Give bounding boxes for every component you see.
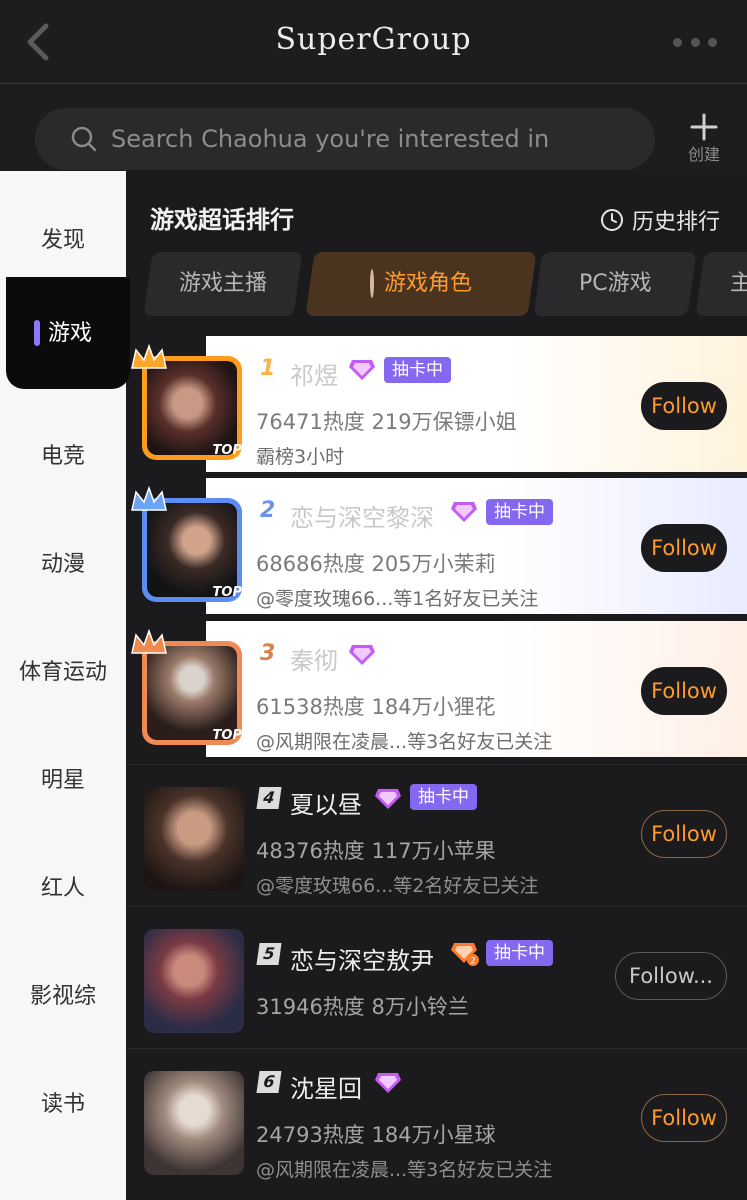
sidebar-item-esports[interactable]: 电竞 (0, 427, 126, 487)
sub-text: @零度玫瑰66...等1名好友已关注 (256, 588, 539, 610)
avatar[interactable] (144, 787, 244, 891)
sidebar-item-discover[interactable]: 发现 (0, 211, 126, 271)
rank-number: 6 (256, 1071, 282, 1093)
supergroup-name[interactable]: 秦彻 (290, 641, 338, 676)
diamond-icon (451, 502, 477, 522)
diamond-icon (375, 789, 401, 809)
supergroup-name[interactable]: 夏以昼 (290, 785, 362, 820)
draw-card-badge: 抽卡中 (384, 357, 451, 383)
draw-card-badge: 抽卡中 (486, 940, 553, 966)
avatar-image (144, 929, 244, 1033)
sidebar-item-anime[interactable]: 动漫 (0, 535, 126, 595)
supergroup-name[interactable]: 恋与深空敖尹 (290, 941, 434, 976)
tab-label: PC游戏 (578, 271, 652, 296)
supergroup-name[interactable]: 祁煜 (290, 356, 338, 391)
heat-text: 76471热度 219万保镖小姐 (256, 410, 517, 434)
category-sidebar: 发现 游戏 电竞 动漫 体育运动 明星 红人 影视综 读书 (0, 171, 130, 1200)
sub-text: 霸榜3小时 (256, 446, 345, 468)
plus-icon (690, 113, 718, 141)
avatar-image (144, 1071, 244, 1175)
tab-label: 游戏主播 (178, 271, 267, 296)
sidebar-item-influencers[interactable]: 红人 (0, 859, 126, 919)
ranking-row-5[interactable]: 5 恋与深空敖尹 2 抽卡中 31946热度 8万小铃兰 Follow... (126, 906, 747, 1048)
heat-text: 31946热度 8万小铃兰 (256, 995, 469, 1019)
sidebar-item-reading[interactable]: 读书 (0, 1075, 126, 1135)
follow-button[interactable]: Follow... (615, 952, 727, 1000)
search-box[interactable] (35, 108, 655, 170)
ranking-row-6[interactable]: 6 沈星回 24793热度 184万小星球 @风期限在凌晨...等3名好友已关注… (126, 1048, 747, 1190)
sidebar-item-games[interactable]: 游戏 (6, 277, 130, 389)
supergroup-name[interactable]: 沈星回 (290, 1069, 362, 1104)
crown-icon (131, 629, 167, 654)
clock-icon (601, 209, 623, 231)
diamond-icon (349, 645, 375, 665)
more-dots-icon[interactable] (673, 36, 717, 48)
avatar-image (147, 503, 237, 597)
rank-number: 5 (256, 943, 282, 965)
search-icon (71, 126, 97, 152)
avatar[interactable] (144, 929, 244, 1033)
ranking-row-2[interactable]: TOP 2 恋与深空黎深 抽卡中 68686热度 205万小茉莉 @零度玫瑰66… (126, 478, 747, 614)
follow-button[interactable]: Follow (641, 667, 727, 715)
tab-label: 游戏角色 (383, 271, 472, 296)
tab-game-streamers[interactable]: 游戏主播 (143, 252, 303, 316)
search-bar-row: 创建 (0, 85, 747, 171)
rank-number: 3 (260, 641, 276, 666)
history-label: 历史排行 (632, 210, 721, 235)
diamond-icon (349, 360, 375, 380)
sidebar-item-film-tv[interactable]: 影视综 (0, 967, 126, 1027)
heat-text: 68686热度 205万小茉莉 (256, 552, 496, 576)
sub-text: @风期限在凌晨...等3名好友已关注 (256, 1159, 553, 1181)
supergroup-name[interactable]: 恋与深空黎深 (290, 498, 434, 533)
create-label: 创建 (687, 145, 720, 164)
tab-game-characters[interactable]: 游戏角色 (305, 252, 537, 316)
heat-text: 61538热度 184万小狸花 (256, 695, 496, 719)
crown-icon (131, 344, 167, 369)
diamond-icon (375, 1073, 401, 1093)
follow-button[interactable]: Follow (641, 382, 727, 430)
top-tag: TOP (212, 585, 242, 600)
avatar-image (147, 361, 237, 455)
tab-avatar (369, 269, 374, 298)
follow-button[interactable]: Follow (641, 810, 727, 858)
top-tag: TOP (212, 443, 242, 458)
diamond-level: 2 (470, 957, 476, 967)
heat-text: 24793热度 184万小星球 (256, 1123, 496, 1147)
top-tag: TOP (212, 728, 242, 743)
follow-button[interactable]: Follow (641, 1094, 727, 1142)
rank-number: 4 (256, 787, 282, 809)
create-button[interactable]: 创建 (680, 113, 728, 165)
app-screen: SuperGroup 创建 发现 游戏 电竞 动漫 体育运动 明星 (0, 0, 747, 1200)
heat-text: 48376热度 117万小苹果 (256, 839, 496, 863)
avatar[interactable] (144, 1071, 244, 1175)
rank-number: 2 (260, 498, 276, 523)
ranking-row-1[interactable]: TOP 1 祁煜 抽卡中 76471热度 219万保镖小姐 霸榜3小时 Foll… (126, 336, 747, 472)
rank-number: 1 (260, 356, 276, 381)
search-input[interactable] (111, 116, 631, 162)
draw-card-badge: 抽卡中 (486, 499, 553, 525)
crown-icon (131, 486, 167, 511)
sub-text: @零度玫瑰66...等2名好友已关注 (256, 875, 539, 897)
tab-label: 主 (730, 271, 747, 296)
draw-card-badge: 抽卡中 (410, 784, 477, 810)
active-indicator (34, 320, 40, 346)
follow-button[interactable]: Follow (641, 524, 727, 572)
avatar-image (144, 787, 244, 891)
diamond-level-icon: 2 (451, 943, 479, 967)
history-ranking-link[interactable]: 历史排行 (600, 204, 720, 236)
category-tabs: 游戏主播 游戏角色 PC游戏 主 (126, 250, 747, 320)
top-bar: SuperGroup (0, 0, 747, 84)
page-title: SuperGroup (275, 22, 472, 57)
sidebar-item-sports[interactable]: 体育运动 (0, 643, 126, 703)
ranking-row-4[interactable]: 4 夏以昼 抽卡中 48376热度 117万小苹果 @零度玫瑰66...等2名好… (126, 764, 747, 906)
ranking-row-3[interactable]: TOP 3 秦彻 61538热度 184万小狸花 @风期限在凌晨...等3名好友… (126, 621, 747, 757)
sidebar-item-stars[interactable]: 明星 (0, 751, 126, 811)
ranking-title: 游戏超话排行 (150, 206, 294, 234)
sidebar-item-label: 游戏 (48, 321, 93, 346)
avatar-image (147, 646, 237, 740)
sub-text: @风期限在凌晨...等3名好友已关注 (256, 731, 553, 753)
tab-pc-games[interactable]: PC游戏 (533, 252, 697, 316)
tab-more[interactable]: 主 (695, 252, 747, 316)
